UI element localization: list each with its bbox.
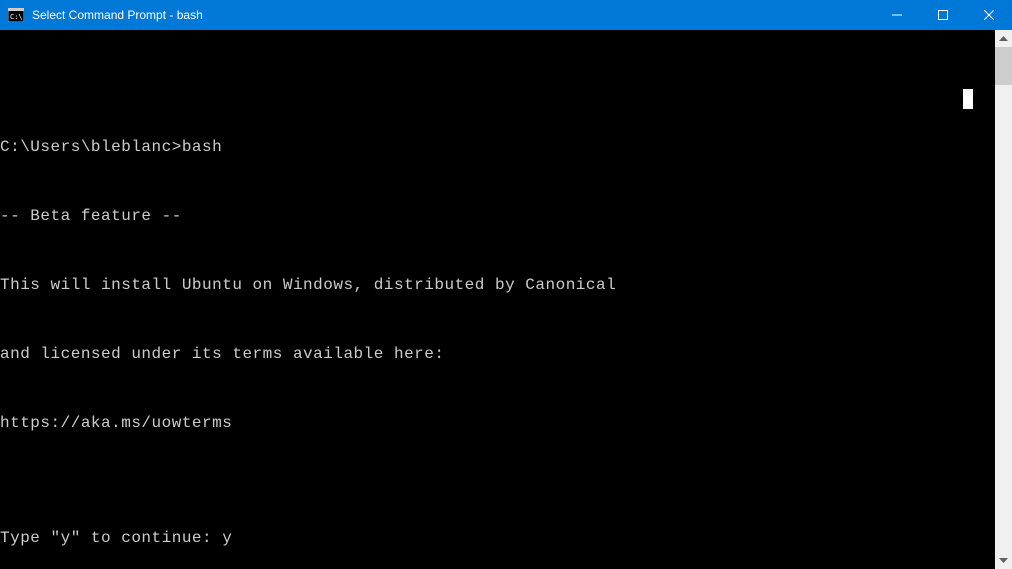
terminal-line: C:\Users\bleblanc>bash [0, 136, 995, 159]
cmd-window: C:\ Select Command Prompt - bash C:\User… [0, 0, 1012, 569]
scrollbar-track[interactable] [995, 47, 1012, 552]
scroll-up-button[interactable] [995, 30, 1012, 47]
svg-text:C:\: C:\ [10, 13, 23, 21]
vertical-scrollbar[interactable] [995, 30, 1012, 569]
terminal-line: Type "y" to continue: y [0, 527, 995, 550]
client-area: C:\Users\bleblanc>bash -- Beta feature -… [0, 30, 1012, 569]
close-button[interactable] [966, 0, 1012, 30]
maximize-button[interactable] [920, 0, 966, 30]
selection-cursor [963, 89, 973, 109]
minimize-button[interactable] [874, 0, 920, 30]
window-title: Select Command Prompt - bash [32, 8, 874, 22]
terminal-line: https://aka.ms/uowterms [0, 412, 995, 435]
titlebar[interactable]: C:\ Select Command Prompt - bash [0, 0, 1012, 30]
window-controls [874, 0, 1012, 30]
terminal-line: -- Beta feature -- [0, 205, 995, 228]
scroll-down-button[interactable] [995, 552, 1012, 569]
terminal-line: This will install Ubuntu on Windows, dis… [0, 274, 995, 297]
cmd-icon: C:\ [8, 8, 24, 22]
terminal-line: and licensed under its terms available h… [0, 343, 995, 366]
scrollbar-thumb[interactable] [995, 47, 1012, 85]
terminal-output[interactable]: C:\Users\bleblanc>bash -- Beta feature -… [0, 30, 995, 569]
